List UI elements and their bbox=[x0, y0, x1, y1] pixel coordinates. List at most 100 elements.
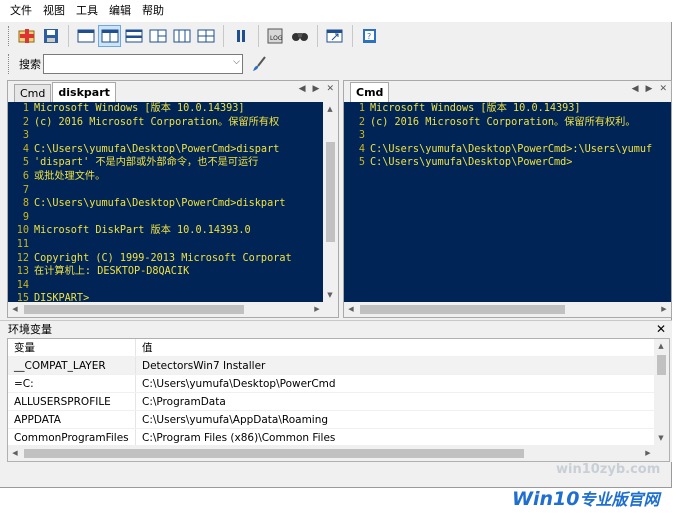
searchbar-grip[interactable] bbox=[8, 54, 11, 74]
line-number: 4 bbox=[358, 143, 365, 155]
table-row[interactable]: APPDATA C:\Users\yumufa\AppData\Roaming bbox=[8, 411, 669, 429]
line-number: 5 bbox=[22, 157, 29, 169]
tab-controls: ◀ ▶ ✕ bbox=[632, 84, 667, 94]
tab-prev-icon[interactable]: ◀ bbox=[299, 84, 306, 94]
column-header-variable[interactable]: 变量 bbox=[8, 339, 136, 356]
table-row[interactable]: __COMPAT_LAYER DetectorsWin7 Installer bbox=[8, 357, 669, 375]
scroll-thumb[interactable] bbox=[24, 305, 244, 314]
layout-three-split-button[interactable] bbox=[146, 25, 169, 47]
scroll-right-icon[interactable]: ▶ bbox=[310, 302, 324, 316]
log-button[interactable]: LOG bbox=[264, 25, 287, 47]
console-line: 9 bbox=[8, 211, 323, 225]
env-panel-title: 环境变量 ✕ bbox=[0, 320, 672, 337]
binoculars-icon bbox=[291, 33, 308, 41]
layout-two-columns-button[interactable] bbox=[98, 25, 121, 47]
variable-value-cell: C:\ProgramData bbox=[136, 393, 656, 410]
layout-three-split-icon bbox=[149, 29, 166, 43]
table-row[interactable]: ALLUSERSPROFILE C:\ProgramData bbox=[8, 393, 669, 411]
help-button[interactable]: ? bbox=[358, 25, 381, 47]
console-line: 12 Copyright (C) 1999-2013 Microsoft Corp… bbox=[8, 252, 323, 266]
layout-single-button[interactable] bbox=[74, 25, 97, 47]
log-icon: LOG bbox=[267, 28, 282, 44]
scroll-up-icon[interactable]: ▲ bbox=[323, 102, 337, 116]
connect-button[interactable] bbox=[288, 25, 311, 47]
menu-view[interactable]: 视图 bbox=[43, 0, 65, 22]
line-number: 6 bbox=[22, 170, 29, 182]
search-input[interactable]: ⌵ bbox=[43, 54, 243, 74]
right-horizontal-scrollbar[interactable]: ◀ ▶ bbox=[344, 302, 671, 317]
tab-prev-icon[interactable]: ◀ bbox=[632, 84, 639, 94]
tab-next-icon[interactable]: ▶ bbox=[646, 84, 653, 94]
scroll-thumb[interactable] bbox=[657, 355, 666, 375]
console-line-text: (c) 2016 Microsoft Corporation。保留所有权利。 bbox=[370, 116, 636, 128]
watermark-site: win10zyb.com bbox=[556, 462, 661, 477]
menu-edit[interactable]: 编辑 bbox=[109, 0, 131, 22]
console-line: 5 C:\Users\yumufa\Desktop\PowerCmd> bbox=[344, 156, 671, 170]
tab-diskpart[interactable]: diskpart bbox=[52, 82, 116, 102]
scroll-thumb[interactable] bbox=[360, 305, 565, 314]
line-number: 3 bbox=[22, 130, 29, 142]
column-header-value[interactable]: 值 bbox=[136, 339, 656, 356]
menu-tools[interactable]: 工具 bbox=[76, 0, 98, 22]
variable-name-cell: APPDATA bbox=[8, 411, 136, 428]
powercmd-window: 文件 视图 工具 编辑 帮助 LOG ? 搜索 ⌵ Cmd diskpart ◀… bbox=[0, 0, 672, 488]
scroll-up-icon[interactable]: ▲ bbox=[654, 339, 668, 353]
tab-cmd[interactable]: Cmd bbox=[350, 82, 390, 102]
toolbar-separator bbox=[258, 25, 259, 47]
line-number: 13 bbox=[16, 266, 29, 278]
watermark-brand-cn: 专业版官网 bbox=[579, 490, 660, 509]
menu-help[interactable]: 帮助 bbox=[142, 0, 164, 22]
tab-cmd[interactable]: Cmd bbox=[14, 84, 52, 102]
scroll-left-icon[interactable]: ◀ bbox=[8, 302, 22, 316]
console-line: 2 (c) 2016 Microsoft Corporation。保留所有权利。 bbox=[344, 116, 671, 130]
close-icon[interactable]: ✕ bbox=[659, 84, 667, 94]
save-icon bbox=[43, 29, 58, 43]
export-button[interactable] bbox=[323, 25, 346, 47]
layout-four-grid-icon bbox=[197, 29, 214, 43]
scroll-left-icon[interactable]: ◀ bbox=[8, 446, 22, 460]
env-vertical-scrollbar[interactable]: ▲ ▼ bbox=[654, 339, 669, 445]
left-vertical-scrollbar[interactable]: ▲ ▼ bbox=[323, 102, 338, 302]
scroll-right-icon[interactable]: ▶ bbox=[641, 446, 655, 460]
scroll-right-icon[interactable]: ▶ bbox=[657, 302, 671, 316]
save-button[interactable] bbox=[39, 25, 62, 47]
console-line-text: Microsoft Windows [版本 10.0.14393] bbox=[370, 103, 581, 114]
menu-file[interactable]: 文件 bbox=[10, 0, 32, 22]
toolbar-grip[interactable] bbox=[8, 26, 11, 46]
line-number: 8 bbox=[22, 198, 29, 210]
pause-button[interactable] bbox=[229, 25, 252, 47]
new-console-button[interactable] bbox=[15, 25, 38, 47]
env-horizontal-scrollbar[interactable]: ◀ ▶ bbox=[8, 445, 669, 461]
close-icon[interactable]: ✕ bbox=[656, 321, 666, 338]
table-row[interactable]: =C: C:\Users\yumufa\Desktop\PowerCmd bbox=[8, 375, 669, 393]
scroll-thumb[interactable] bbox=[24, 449, 524, 458]
search-highlight-button[interactable] bbox=[247, 53, 270, 75]
layout-four-grid-button[interactable] bbox=[194, 25, 217, 47]
console-line: 2 (c) 2016 Microsoft Corporation。保留所有权 bbox=[8, 116, 323, 130]
line-number: 1 bbox=[358, 103, 365, 114]
variable-value-cell: C:\Users\yumufa\Desktop\PowerCmd bbox=[136, 375, 656, 392]
env-variables-table: 变量 值 __COMPAT_LAYER DetectorsWin7 Instal… bbox=[7, 338, 670, 462]
left-horizontal-scrollbar[interactable]: ◀ ▶ bbox=[8, 302, 338, 317]
left-terminal-output[interactable]: 1 Microsoft Windows [版本 10.0.14393] 2 (c) 2… bbox=[8, 102, 323, 302]
line-number: 4 bbox=[22, 143, 29, 155]
close-icon[interactable]: ✕ bbox=[326, 84, 334, 94]
right-console-pane: Cmd ◀ ▶ ✕ 1 Microsoft Windows [版本 10.0.14… bbox=[343, 80, 672, 318]
scroll-left-icon[interactable]: ◀ bbox=[344, 302, 358, 316]
layout-two-rows-button[interactable] bbox=[122, 25, 145, 47]
layout-three-columns-icon bbox=[173, 29, 190, 43]
scroll-thumb[interactable] bbox=[326, 142, 335, 242]
chevron-down-icon[interactable]: ⌵ bbox=[233, 57, 240, 67]
right-terminal-output[interactable]: 1 Microsoft Windows [版本 10.0.14393] 2 (c) 2… bbox=[344, 102, 671, 302]
scroll-down-icon[interactable]: ▼ bbox=[654, 431, 668, 445]
line-number: 2 bbox=[22, 116, 29, 128]
brush-icon bbox=[252, 56, 266, 71]
layout-three-columns-button[interactable] bbox=[170, 25, 193, 47]
console-line: 5 'dispart' 不是内部或外部命令，也不是可运行 bbox=[8, 156, 323, 170]
tab-next-icon[interactable]: ▶ bbox=[313, 84, 320, 94]
console-line: 1 Microsoft Windows [版本 10.0.14393] bbox=[8, 102, 323, 116]
table-header-row: 变量 值 bbox=[8, 339, 669, 357]
scroll-down-icon[interactable]: ▼ bbox=[323, 288, 337, 302]
console-line: 6 或批处理文件。 bbox=[8, 170, 323, 184]
line-number: 10 bbox=[16, 225, 29, 237]
